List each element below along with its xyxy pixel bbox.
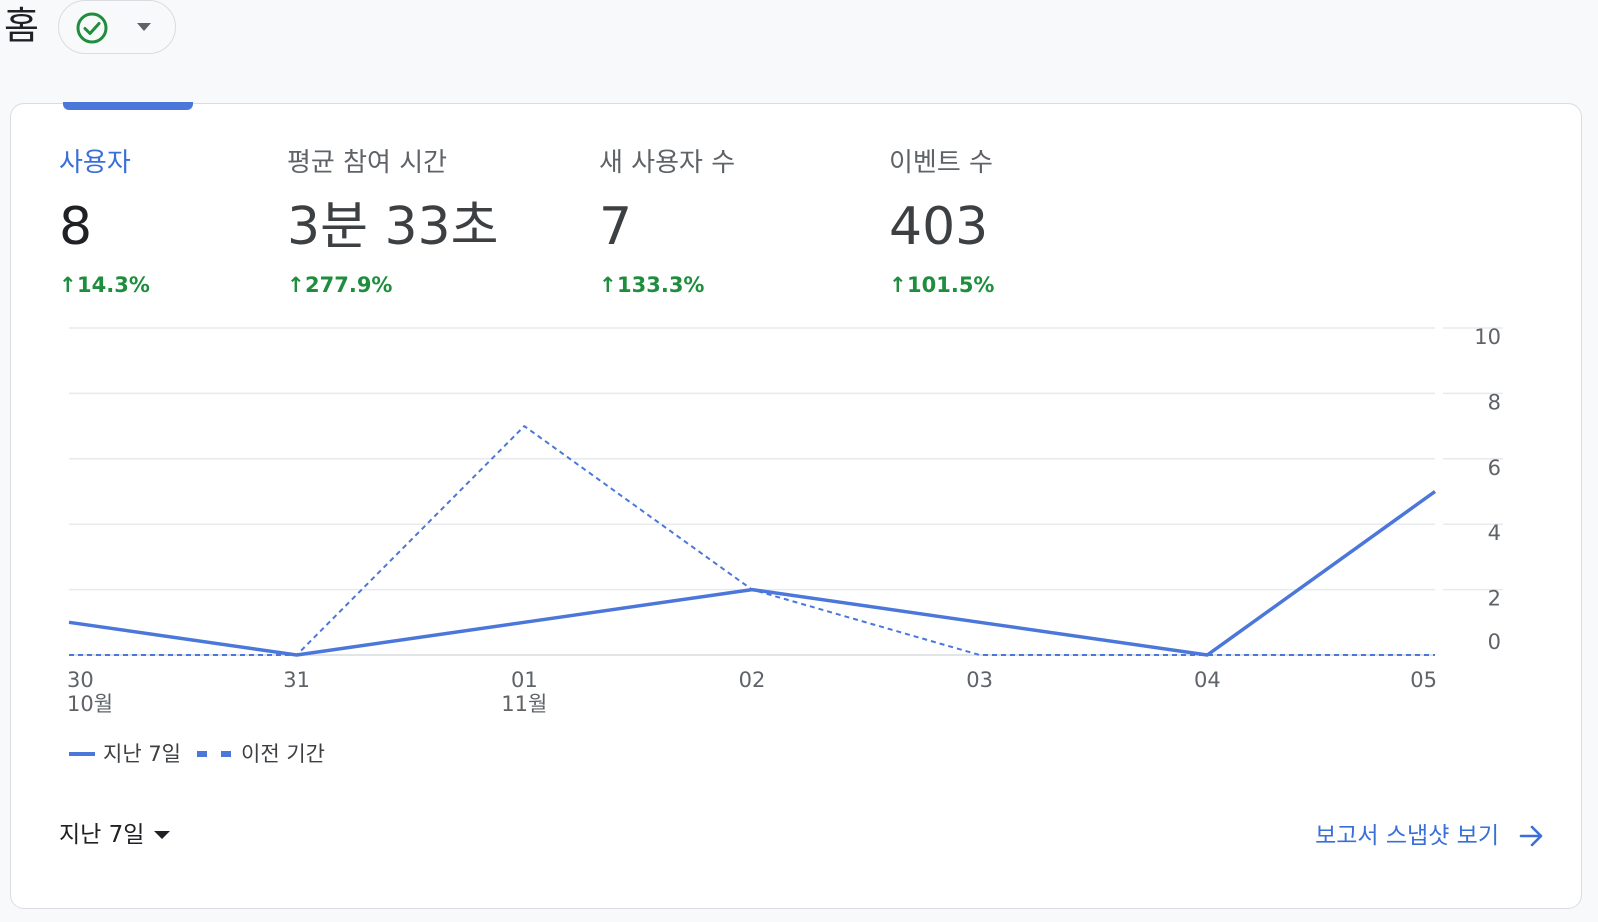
x-tick-label: 05 (1410, 668, 1437, 692)
chart-legend: 지난 7일 이전 기간 (69, 740, 325, 768)
status-dropdown[interactable] (58, 0, 176, 54)
view-report-snapshot-link[interactable]: 보고서 스냅샷 보기 (1315, 820, 1545, 852)
x-tick-label: 30 (67, 668, 94, 692)
legend-swatch-solid (69, 752, 95, 756)
series-line-last-7-days (68, 490, 1437, 657)
x-tick-label: 02 (739, 668, 766, 692)
date-range-dropdown[interactable]: 지난 7일 (59, 820, 172, 850)
users-line-chart: 02468103010월31 0111월02 03 04 05 (67, 325, 1503, 716)
x-tick-sublabel: 10월 (67, 692, 113, 716)
page-title: 홈 (4, 4, 39, 48)
page-header: 홈 (0, 0, 1598, 60)
arrow-right-icon (1519, 825, 1543, 847)
caret-down-icon (137, 23, 151, 31)
date-range-label: 지난 7일 (59, 822, 145, 848)
legend-label-current: 지난 7일 (103, 742, 181, 766)
y-tick-label: 2 (1488, 587, 1501, 611)
home-overview-card: 사용자 8 ↑14.3% 평균 참여 시간 3분 33초 ↑277.9% 새 사… (10, 102, 1582, 909)
x-tick-label: 01 (511, 668, 538, 692)
y-tick-label: 0 (1488, 630, 1501, 654)
y-tick-label: 8 (1488, 390, 1501, 414)
legend-swatch-dashed (197, 751, 231, 757)
series-line-previous-period (69, 425, 1435, 656)
y-tick-label: 4 (1488, 521, 1501, 545)
y-tick-label: 10 (1474, 325, 1501, 349)
x-tick-label: 04 (1194, 668, 1221, 692)
x-tick-label: 03 (966, 668, 993, 692)
caret-down-icon (154, 831, 171, 839)
x-tick-label: 31 (283, 668, 310, 692)
x-tick-sublabel: 11월 (501, 692, 547, 716)
legend-label-previous: 이전 기간 (241, 742, 325, 766)
y-tick-label: 6 (1488, 456, 1501, 480)
check-circle-icon (76, 12, 108, 44)
report-link-label: 보고서 스냅샷 보기 (1315, 823, 1499, 849)
